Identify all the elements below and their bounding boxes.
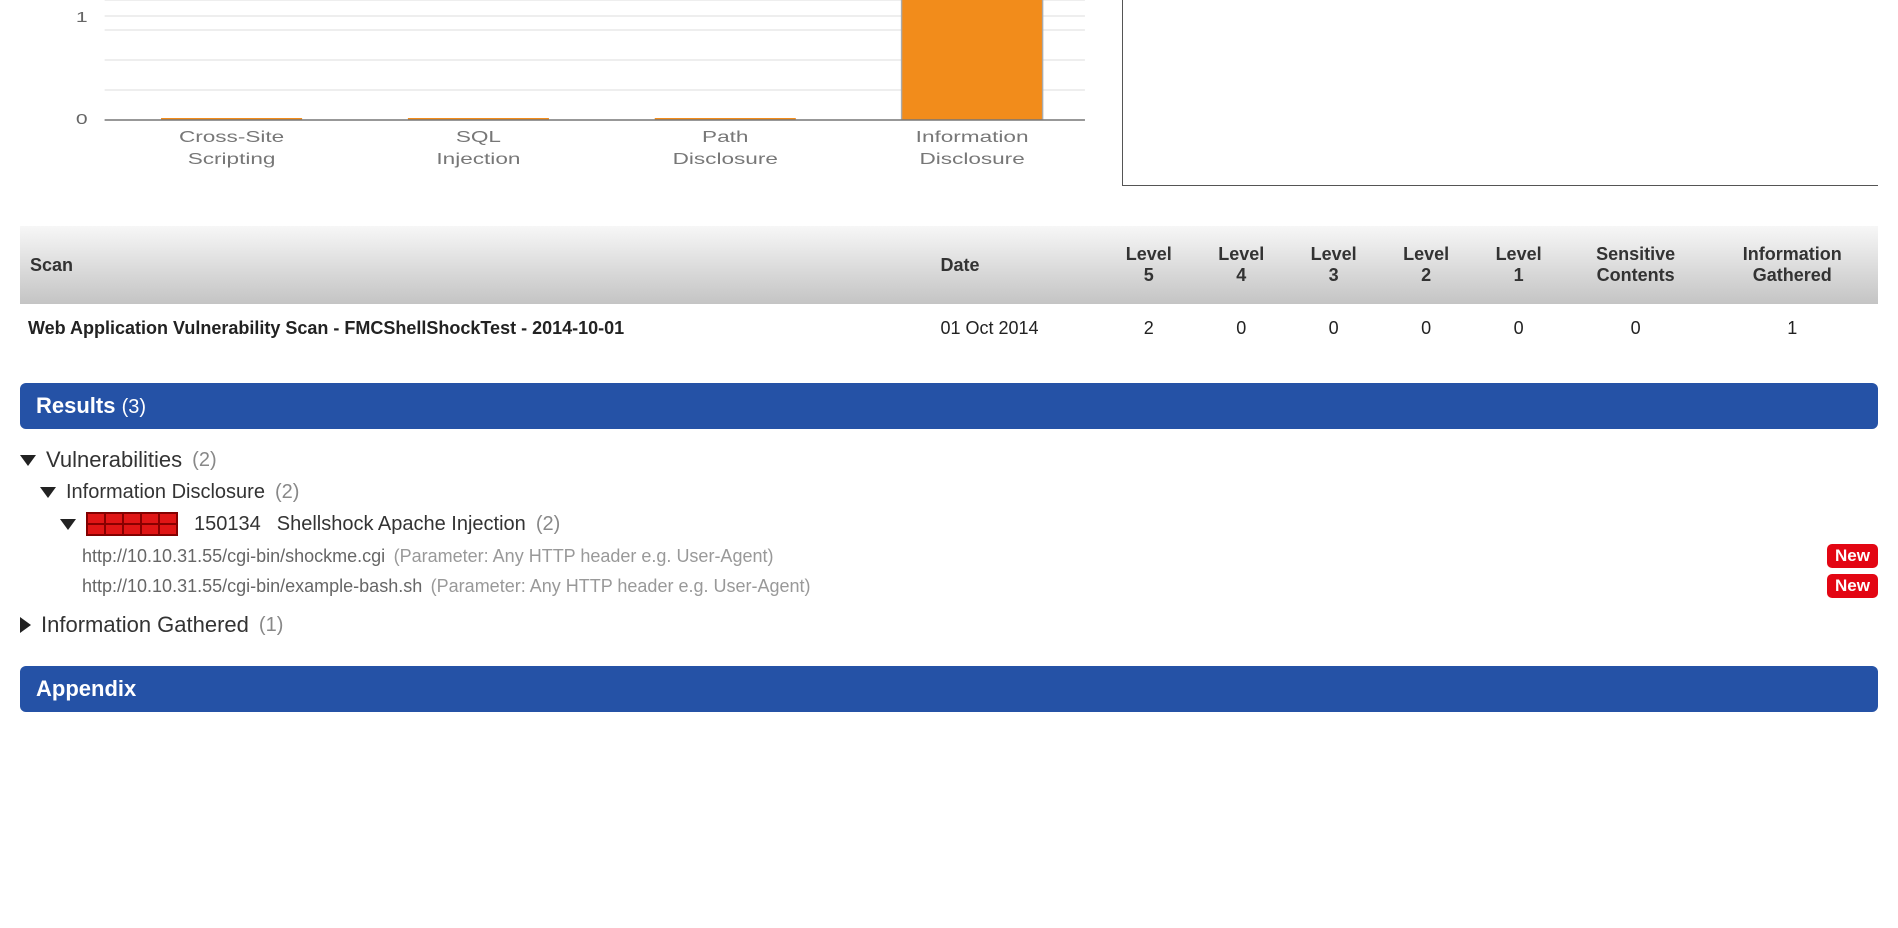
- cell-date: 01 Oct 2014: [933, 304, 1103, 353]
- bar-information-disclosure: [902, 0, 1043, 120]
- cell-l3: 0: [1287, 304, 1379, 353]
- th-scan: Scan: [20, 226, 933, 304]
- caret-right-icon: [20, 617, 31, 633]
- th-ig: InformationGathered: [1706, 226, 1878, 304]
- scan-summary-table: Scan Date Level5 Level4 Level3 Level2 Le…: [20, 226, 1878, 353]
- info-disc-label: Information Disclosure: [66, 481, 265, 504]
- finding-id: 150134: [194, 513, 261, 536]
- ytick-1: 1: [76, 8, 88, 25]
- th-l4: Level4: [1195, 226, 1287, 304]
- info-gathered-node[interactable]: Information Gathered (1): [20, 612, 1878, 638]
- results-count: (3): [122, 396, 146, 418]
- results-title: Results: [36, 393, 115, 418]
- cell-scan: Web Application Vulnerability Scan - FMC…: [20, 304, 933, 353]
- caret-down-icon: [60, 519, 76, 530]
- results-header[interactable]: Results (3): [20, 383, 1878, 429]
- finding-title: Shellshock Apache Injection: [277, 513, 526, 536]
- xlabel-2a: Path: [702, 128, 748, 146]
- vulnerabilities-node[interactable]: Vulnerabilities (2): [20, 447, 1878, 473]
- secondary-chart-box: [1122, 0, 1878, 186]
- new-badge: New: [1827, 574, 1878, 598]
- appendix-header[interactable]: Appendix: [20, 666, 1878, 712]
- severity-level5-icon: [86, 512, 178, 536]
- xlabel-2b: Disclosure: [673, 150, 778, 168]
- table-row: Web Application Vulnerability Scan - FMC…: [20, 304, 1878, 353]
- cell-ig: 1: [1706, 304, 1878, 353]
- ytick-0: 0: [76, 110, 88, 127]
- finding-url: http://10.10.31.55/cgi-bin/example-bash.…: [82, 576, 422, 596]
- finding-param: (Parameter: Any HTTP header e.g. User-Ag…: [394, 546, 774, 566]
- cell-l2: 0: [1380, 304, 1472, 353]
- finding-url: http://10.10.31.55/cgi-bin/shockme.cgi: [82, 546, 385, 566]
- finding-node[interactable]: 150134 Shellshock Apache Injection (2): [60, 512, 1878, 536]
- caret-down-icon: [40, 487, 56, 498]
- finding-link-2[interactable]: http://10.10.31.55/cgi-bin/example-bash.…: [82, 574, 1878, 598]
- cell-l5: 2: [1103, 304, 1195, 353]
- cell-l1: 0: [1472, 304, 1564, 353]
- info-disc-count: (2): [275, 481, 299, 504]
- xlabel-1a: SQL: [456, 128, 501, 146]
- xlabel-0b: Scripting: [188, 150, 276, 168]
- caret-down-icon: [20, 455, 36, 466]
- cell-sc: 0: [1565, 304, 1707, 353]
- finding-param: (Parameter: Any HTTP header e.g. User-Ag…: [431, 576, 811, 596]
- appendix-title: Appendix: [36, 676, 136, 701]
- th-date: Date: [933, 226, 1103, 304]
- info-disclosure-node[interactable]: Information Disclosure (2): [40, 481, 1878, 504]
- xlabel-3a: Information: [916, 128, 1029, 146]
- vulnerability-chart: 0 1 Cross-Site Scripting SQL Injection P…: [20, 0, 1092, 180]
- xlabel-3b: Disclosure: [919, 150, 1024, 168]
- new-badge: New: [1827, 544, 1878, 568]
- cell-l4: 0: [1195, 304, 1287, 353]
- th-l2: Level2: [1380, 226, 1472, 304]
- th-l5: Level5: [1103, 226, 1195, 304]
- finding-count: (2): [536, 513, 560, 536]
- ig-label: Information Gathered: [41, 612, 249, 638]
- xlabel-1b: Injection: [436, 150, 520, 168]
- ig-count: (1): [259, 614, 283, 637]
- finding-link-1[interactable]: http://10.10.31.55/cgi-bin/shockme.cgi (…: [82, 544, 1878, 568]
- vuln-count: (2): [192, 449, 216, 472]
- th-sc: SensitiveContents: [1565, 226, 1707, 304]
- vuln-label: Vulnerabilities: [46, 447, 182, 473]
- th-l3: Level3: [1287, 226, 1379, 304]
- xlabel-0a: Cross-Site: [179, 128, 284, 146]
- th-l1: Level1: [1472, 226, 1564, 304]
